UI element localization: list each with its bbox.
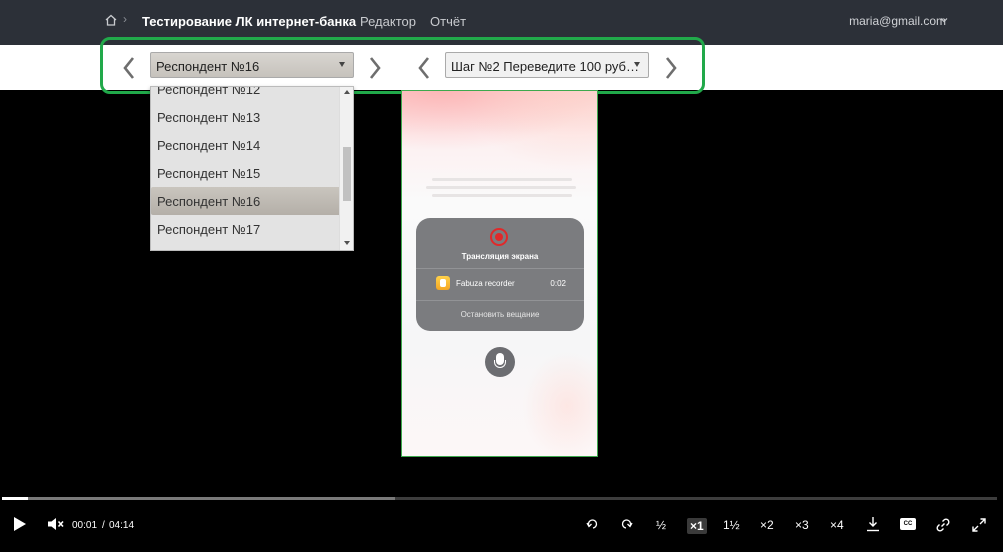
stop-broadcast-label: Остановить вещание [460,310,540,319]
rate-2x-button[interactable]: ×2 [760,518,774,532]
rate-1-5x-button[interactable]: 1½ [723,518,740,532]
fullscreen-icon[interactable] [971,517,987,533]
broadcast-title: Трансляция экрана [461,252,539,261]
recording-time: 0:02 [550,279,566,288]
rate-4x-button[interactable]: ×4 [830,518,844,532]
rewind-icon[interactable] [585,518,599,530]
recorder-app-icon [436,276,450,290]
dropdown-option[interactable]: Респондент №17 [151,215,341,243]
page: › Тестирование ЛК интернет-банка Редакто… [0,0,1003,552]
scroll-up-icon[interactable] [344,90,350,94]
progress-played [2,497,28,500]
divider [416,300,584,301]
respondent-dropdown-list[interactable]: Респондент №12 Респондент №13 Респондент №… [150,86,354,251]
scroll-thumb[interactable] [343,147,351,201]
faint-text-line [432,178,572,181]
video-frame[interactable]: Трансляция экрана Fabuza recorder 0:02 О… [401,90,598,457]
screen-broadcast-card: Трансляция экрана Fabuza recorder 0:02 О… [416,218,584,331]
current-time: 00:01 [72,520,98,531]
cc-icon[interactable]: CC [900,518,916,530]
scroll-down-icon[interactable] [344,241,350,245]
video-progress-bar[interactable] [2,497,997,500]
cc-label: CC [903,521,913,527]
progress-buffered [2,497,396,500]
chevron-down-icon[interactable] [940,17,948,23]
dropdown-option[interactable]: Респондент №13 [151,103,341,131]
breadcrumb-separator: › [123,12,127,26]
faint-text-line [432,194,572,197]
nav-editor-link[interactable]: Редактор [360,14,416,29]
dropdown-scrollbar[interactable] [339,87,353,250]
divider [416,268,584,269]
dropdown-option[interactable]: Респондент №16 [151,187,341,215]
dropdown-option[interactable]: Респондент №14 [151,131,341,159]
page-title: Тестирование ЛК интернет-банка [142,14,357,29]
play-icon[interactable] [14,517,26,531]
dropdown-options: Респондент №12 Респондент №13 Респондент №… [151,87,341,250]
mute-icon[interactable] [47,517,65,531]
home-icon[interactable] [104,13,118,27]
user-menu[interactable]: maria@gmail.com [849,14,946,28]
record-icon [490,228,508,246]
rate-1x-button[interactable]: ×1 [687,518,707,534]
dropdown-option[interactable]: Респондент №12 [151,87,341,103]
total-time: 04:14 [109,520,135,531]
faint-text-line [426,186,576,189]
nav-report-link[interactable]: Отчёт [430,14,466,29]
forward-icon[interactable] [620,518,634,530]
background-blur [522,351,597,456]
background-blur [462,91,597,171]
dropdown-option[interactable]: Респондент №15 [151,159,341,187]
mic-icon [485,347,515,377]
recorder-app-name: Fabuza recorder [456,279,515,288]
rate-3x-button[interactable]: ×3 [795,518,809,532]
mic-stand [494,360,506,368]
link-icon[interactable] [935,517,951,533]
download-icon[interactable] [866,516,880,532]
rate-half-button[interactable]: ½ [656,518,666,532]
time-separator: / [102,520,105,531]
